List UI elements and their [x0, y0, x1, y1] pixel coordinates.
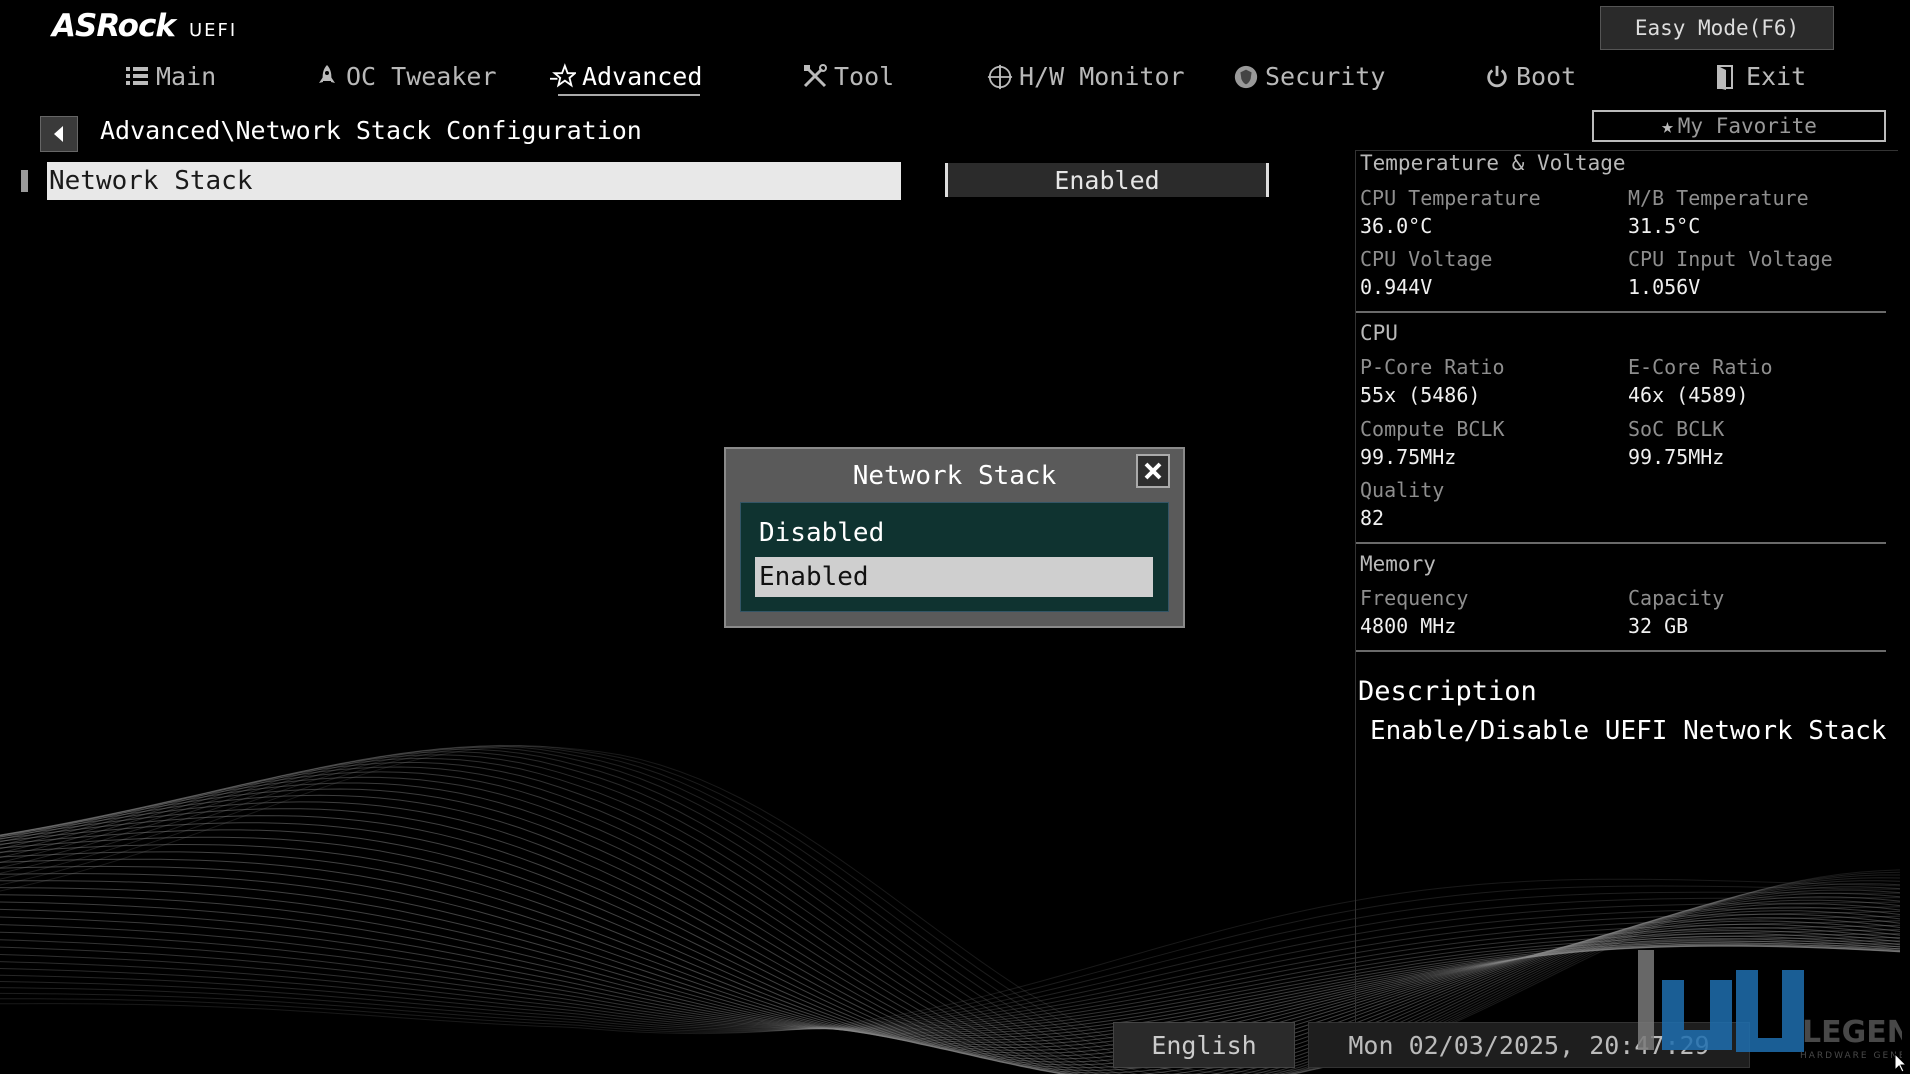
cpu-input-voltage-value: 1.056V: [1628, 275, 1701, 299]
frequency-value: 4800 MHz: [1360, 614, 1457, 638]
network-stack-dialog: Network Stack Disabled Enabled: [724, 447, 1185, 628]
tab-exit[interactable]: Exit: [1714, 56, 1806, 96]
back-button[interactable]: [40, 116, 78, 152]
temp-voltage-title: Temperature & Voltage: [1360, 151, 1626, 175]
ecore-ratio-label: E-Core Ratio: [1628, 355, 1773, 379]
tab-oc-tweaker[interactable]: OC Tweaker: [314, 56, 497, 96]
tab-main-label: Main: [156, 61, 217, 91]
option-disabled[interactable]: Disabled: [755, 513, 1153, 553]
close-icon: [1144, 462, 1162, 480]
cpu-voltage-label: CPU Voltage: [1360, 247, 1493, 271]
tab-advanced[interactable]: Advanced: [550, 56, 702, 96]
soc-bclk-label: SoC BCLK: [1628, 417, 1725, 441]
rocket-icon: [314, 63, 340, 89]
row-marker: [21, 170, 28, 192]
breadcrumb: Advanced\Network Stack Configuration: [100, 116, 642, 145]
tab-boot[interactable]: Boot: [1484, 56, 1576, 96]
tab-security-label: Security: [1265, 61, 1386, 91]
tab-security[interactable]: Security: [1233, 56, 1385, 96]
tab-tool[interactable]: Tool: [802, 56, 894, 96]
mouse-cursor-icon: [1894, 1053, 1908, 1073]
pcore-ratio-label: P-Core Ratio: [1360, 355, 1505, 379]
options-list: Disabled Enabled: [740, 502, 1169, 612]
exit-icon: [1714, 63, 1740, 90]
network-stack-item[interactable]: Network Stack: [47, 162, 901, 200]
brand-name: ASRock: [52, 8, 176, 44]
monitor-icon: [987, 63, 1013, 90]
ecore-ratio-value: 46x (4589): [1628, 383, 1749, 407]
info-panel: Temperature & Voltage CPU Temperature 36…: [1355, 150, 1898, 1041]
cpu-voltage-value: 0.944V: [1360, 275, 1433, 299]
easy-mode-button[interactable]: Easy Mode(F6): [1600, 6, 1834, 50]
tools-icon: [802, 63, 828, 89]
divider: [1356, 650, 1886, 652]
my-favorite-label: My Favorite: [1677, 114, 1817, 138]
frequency-label: Frequency: [1360, 586, 1469, 610]
date-time: Mon 02/03/2025, 20:47:29: [1308, 1022, 1750, 1068]
divider: [1356, 542, 1886, 544]
dialog-title: Network Stack: [852, 461, 1057, 491]
asrock-logo: ASRock UEFI: [52, 8, 237, 44]
star-icon: [550, 63, 576, 89]
pcore-ratio-value: 55x (5486): [1360, 383, 1481, 407]
tab-boot-label: Boot: [1516, 61, 1577, 91]
tab-advanced-label: Advanced: [582, 61, 703, 91]
power-icon: [1484, 63, 1510, 89]
tab-tool-label: Tool: [834, 61, 895, 91]
brand-sub: UEFI: [188, 20, 238, 41]
cpu-temp-label: CPU Temperature: [1360, 186, 1541, 210]
capacity-value: 32 GB: [1628, 614, 1689, 638]
option-enabled[interactable]: Enabled: [755, 557, 1153, 597]
tab-main[interactable]: Main: [124, 56, 216, 96]
description-title: Description: [1358, 676, 1537, 707]
star-icon: ★: [1661, 114, 1674, 138]
description-text: Enable/Disable UEFI Network Stack: [1370, 716, 1887, 746]
language-button[interactable]: English: [1113, 1022, 1295, 1068]
quality-value: 82: [1360, 506, 1385, 530]
tab-hw-monitor[interactable]: H/W Monitor: [987, 56, 1185, 96]
close-button[interactable]: [1136, 454, 1170, 488]
network-stack-value[interactable]: Enabled: [945, 163, 1269, 197]
tab-oc-tweaker-label: OC Tweaker: [346, 61, 497, 91]
compute-bclk-label: Compute BCLK: [1360, 417, 1505, 441]
divider: [1356, 311, 1886, 313]
shield-icon: [1233, 63, 1259, 89]
compute-bclk-value: 99.75MHz: [1360, 445, 1457, 469]
capacity-label: Capacity: [1628, 586, 1725, 610]
watermark-sub: HARDWARE GENERATION: [1800, 1051, 1902, 1061]
cpu-title: CPU: [1360, 321, 1398, 345]
cpu-input-voltage-label: CPU Input Voltage: [1628, 247, 1833, 271]
soc-bclk-value: 99.75MHz: [1628, 445, 1725, 469]
my-favorite-button[interactable]: ★ My Favorite: [1592, 110, 1886, 142]
quality-label: Quality: [1360, 478, 1445, 502]
mb-temp-value: 31.5°C: [1628, 214, 1701, 238]
back-arrow-icon: [54, 126, 63, 142]
cpu-temp-value: 36.0°C: [1360, 214, 1433, 238]
list-icon: [124, 63, 150, 89]
memory-title: Memory: [1360, 552, 1436, 576]
mb-temp-label: M/B Temperature: [1628, 186, 1809, 210]
tab-hw-monitor-label: H/W Monitor: [1019, 61, 1185, 91]
tab-exit-label: Exit: [1746, 61, 1807, 91]
